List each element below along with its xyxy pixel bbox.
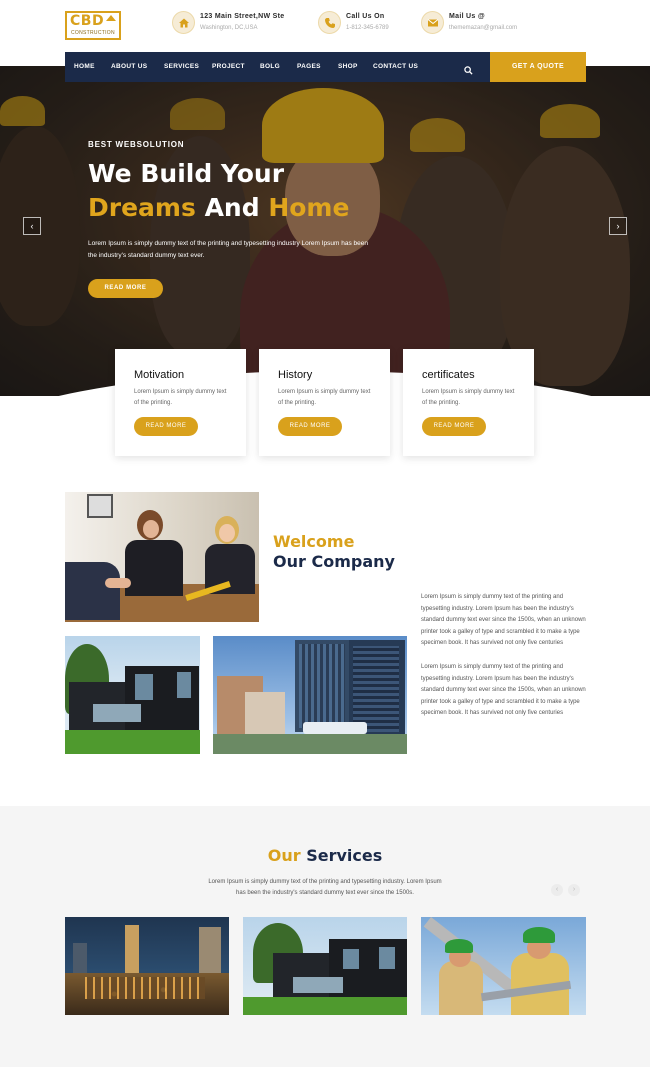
hero-title-word-and: And [204,193,260,222]
logo-text: CBD [70,13,105,29]
feature-card-motivation: Motivation Lorem Ipsum is simply dummy t… [115,349,246,456]
mail-icon [421,11,444,34]
hero-title-word-dreams: Dreams [88,193,196,222]
address-line1: 123 Main Street,NW Ste [200,13,285,20]
logo[interactable]: CBD CONSTRUCTION [65,11,121,40]
welcome-title-b: Our Company [273,552,395,571]
slider-next-icon[interactable]: › [609,217,627,235]
welcome-title-a: Welcome [273,532,355,551]
welcome-heading: Welcome Our Company [273,532,395,572]
modern-house-image [65,636,200,754]
nav-project[interactable]: PROJECT [212,52,245,82]
city-buildings-image [213,636,407,754]
services-heading: Our Services [0,846,650,865]
services-prev-icon[interactable]: ‹ [551,884,563,896]
card-title: History [278,369,313,381]
get-quote-button[interactable]: GET A QUOTE [490,52,586,82]
hero-title: We Build Your Dreams And Home [88,157,349,225]
hero-kicker: BEST WEBSOLUTION [88,140,185,149]
nav-shop[interactable]: SHOP [338,52,358,82]
mail-label: Mail Us @ [449,13,485,20]
card-read-more-button[interactable]: READ MORE [134,417,198,436]
hero-title-line1: We Build Your [88,159,285,188]
hero-title-line2: Dreams And Home [88,191,349,225]
service-workers-image[interactable] [421,917,586,1015]
card-text: Lorem Ipsum is simply dummy text of the … [422,389,515,406]
nav-services[interactable]: SERVICES [164,52,199,82]
hero-text: Lorem Ipsum is simply dummy text of the … [88,240,368,259]
feature-card-history: History Lorem Ipsum is simply dummy text… [259,349,390,456]
slider-prev-icon[interactable]: ‹ [23,217,41,235]
office-meeting-image [65,492,259,622]
mail-address[interactable]: thememazan@gmail.com [449,25,517,31]
services-next-icon[interactable]: › [568,884,580,896]
nav-blog[interactable]: BOLG [260,52,280,82]
nav-pages[interactable]: PAGES [297,52,321,82]
phone-icon [318,11,341,34]
feature-card-certificates: certificates Lorem Ipsum is simply dummy… [403,349,534,456]
logo-house-icon [106,15,116,21]
welcome-paragraph-1: Lorem Ipsum is simply dummy text of the … [421,594,586,646]
service-modern-house-image[interactable] [243,917,407,1015]
card-title: certificates [422,369,475,381]
address-line2: Washington, DC,USA [200,25,258,31]
services-title-a: Our [267,846,301,865]
card-text: Lorem Ipsum is simply dummy text of the … [278,389,371,406]
services-intro: Lorem Ipsum is simply dummy text of the … [208,879,442,896]
welcome-paragraph-2: Lorem Ipsum is simply dummy text of the … [421,664,586,716]
phone-label: Call Us On [346,13,385,20]
hero-title-word-home: Home [268,193,350,222]
search-icon[interactable] [464,62,473,80]
card-title: Motivation [134,369,185,381]
hero-slider [0,66,650,396]
card-read-more-button[interactable]: READ MORE [422,417,486,436]
home-icon [172,11,195,34]
service-industrial-plant-image[interactable] [65,917,229,1015]
phone-number[interactable]: 1-812-345-6789 [346,25,389,31]
logo-subtitle: CONSTRUCTION [71,30,115,36]
top-header: CBD CONSTRUCTION 123 Main Street,NW Ste … [0,0,650,52]
nav-about[interactable]: ABOUT US [111,52,147,82]
hero-read-more-button[interactable]: READ MORE [88,279,163,298]
card-read-more-button[interactable]: READ MORE [278,417,342,436]
nav-home[interactable]: HOME [74,52,95,82]
services-title-b: Services [306,846,383,865]
card-text: Lorem Ipsum is simply dummy text of the … [134,389,227,406]
nav-contact[interactable]: CONTACT US [373,52,418,82]
